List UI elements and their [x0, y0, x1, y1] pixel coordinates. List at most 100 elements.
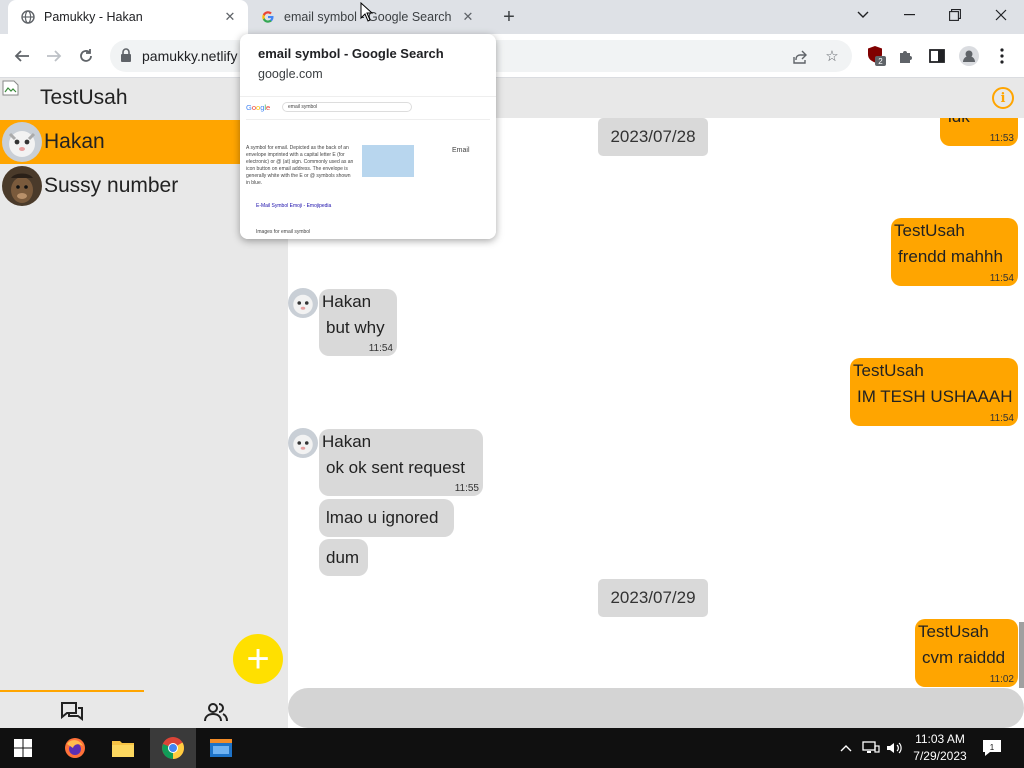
tab-pamukky[interactable]: Pamukky - Hakan ✕	[8, 0, 248, 34]
reload-button[interactable]	[73, 43, 99, 69]
message-time: 11:54	[989, 413, 1014, 424]
message-bubble-incoming: dum	[319, 539, 368, 576]
lock-icon[interactable]	[120, 48, 134, 64]
chrome-icon[interactable]	[150, 728, 196, 768]
message-text: lmao u ignored	[326, 508, 439, 527]
contacts-people-icon[interactable]	[202, 700, 230, 724]
message-input[interactable]	[288, 688, 1024, 728]
bookmark-star-icon[interactable]: ☆	[822, 46, 842, 66]
show-hidden-icons-chevron-icon[interactable]	[836, 738, 856, 758]
message-time: 11:02	[989, 674, 1014, 685]
file-explorer-icon[interactable]	[100, 728, 146, 768]
message-sender: Hakan	[322, 292, 372, 311]
google-logo-icon: Google	[246, 103, 270, 112]
date-separator: 2023/07/28	[598, 118, 708, 156]
message-bubble-outgoing: idk 11:53	[940, 118, 1018, 146]
message-bubble-outgoing: TestUsah frendd mahhh 11:54	[891, 218, 1018, 286]
preview-knowledge-title: Email	[452, 147, 470, 154]
message-time: 11:54	[368, 343, 393, 354]
message-text: cvm raiddd	[922, 648, 1006, 667]
forward-button[interactable]	[41, 43, 67, 69]
message-bubble-outgoing: TestUsah IM TESH USHAAAH 11:54	[850, 358, 1018, 426]
svg-text:Google: Google	[246, 103, 270, 112]
minimize-button[interactable]	[886, 0, 932, 30]
message-text: idk	[948, 118, 970, 127]
browser-toolbar: pamukky.netlify ☆ 2	[0, 34, 1024, 78]
back-button[interactable]	[9, 43, 35, 69]
volume-icon[interactable]	[885, 738, 905, 758]
tab-preview-thumbnail: Google email symbol A symbol for email. …	[240, 96, 496, 239]
message-bubble-incoming: Hakan ok ok sent request 11:55	[319, 429, 483, 496]
system-clock[interactable]: 11:03 AM 7/29/2023	[910, 731, 970, 765]
globe-icon	[20, 9, 36, 25]
active-tab-indicator	[0, 690, 144, 692]
google-g-icon	[260, 9, 276, 25]
taskbar: 11:03 AM 7/29/2023 1	[0, 728, 1024, 768]
avatar	[2, 166, 42, 206]
clock-date: 7/29/2023	[913, 749, 967, 763]
message-bubble-incoming: Hakan but why 11:54	[319, 289, 397, 356]
preview-search-box: email symbol	[288, 104, 318, 110]
preview-image-grid	[362, 145, 414, 177]
menu-kebab-icon[interactable]	[991, 45, 1013, 67]
preview-snippet-line: electronic) or @ (at) sign. Commonly use…	[246, 159, 354, 165]
message-time: 11:54	[989, 273, 1014, 284]
avatar	[288, 288, 318, 318]
avatar	[2, 122, 42, 162]
close-window-button[interactable]	[978, 0, 1024, 30]
info-icon[interactable]: i	[992, 87, 1014, 109]
hover-card-domain: google.com	[258, 67, 323, 81]
current-username: TestUsah	[40, 86, 128, 109]
message-bubble-incoming: lmao u ignored	[319, 499, 454, 537]
message-sender: TestUsah	[853, 361, 924, 380]
message-sender: TestUsah	[918, 622, 989, 641]
preview-snippet-line: icon button on email address. The envelo…	[246, 166, 348, 172]
avatar	[288, 428, 318, 458]
tab-title: Pamukky - Hakan	[44, 10, 143, 24]
preview-snippet-line: generally white with the E or @ symbols …	[246, 173, 351, 179]
svg-text:2: 2	[878, 57, 883, 66]
add-contact-button[interactable]: +	[233, 634, 283, 684]
contact-name: Sussy number	[44, 174, 179, 197]
notification-count: 1	[990, 743, 995, 752]
chats-icon[interactable]	[58, 700, 86, 724]
tab-search-chevron-icon[interactable]	[840, 0, 886, 30]
side-panel-icon[interactable]	[926, 45, 948, 67]
composer	[288, 688, 1024, 728]
message-sender: Hakan	[322, 432, 372, 451]
message-text: but why	[326, 318, 385, 337]
preview-snippet-line: in blue.	[246, 180, 263, 186]
restore-button[interactable]	[932, 0, 978, 30]
tab-hover-card: email symbol - Google Search google.com …	[240, 34, 496, 239]
firefox-icon[interactable]	[52, 728, 98, 768]
preview-snippet-line: envelope imprinted with a capital letter…	[246, 152, 345, 158]
date-separator: 2023/07/29	[598, 579, 708, 617]
preview-snippet-line: A symbol for email. Depicted as the back…	[246, 145, 349, 151]
close-icon[interactable]: ✕	[220, 7, 240, 27]
url-text: pamukky.netlify	[142, 48, 238, 64]
message-text: dum	[326, 548, 360, 567]
profile-icon[interactable]	[958, 45, 980, 67]
browser-tab-strip: Pamukky - Hakan ✕ email symbol - Google …	[0, 0, 1024, 34]
bottom-nav	[0, 688, 288, 728]
message-text: ok ok sent request	[326, 458, 465, 477]
extensions-puzzle-icon[interactable]	[895, 45, 917, 67]
message-sender: TestUsah	[894, 221, 965, 240]
new-tab-button[interactable]: +	[498, 6, 520, 28]
network-icon[interactable]	[861, 738, 881, 758]
broken-image-icon	[2, 80, 22, 96]
app-window-icon[interactable]	[198, 728, 244, 768]
close-icon[interactable]: ✕	[458, 7, 478, 27]
message-text: IM TESH USHAAAH	[857, 387, 1013, 406]
preview-footer: Images for email symbol	[256, 229, 311, 235]
hover-card-title: email symbol - Google Search	[258, 46, 444, 61]
message-text: frendd mahhh	[898, 247, 1003, 266]
share-icon[interactable]	[790, 46, 810, 66]
chat-scrollbar[interactable]	[1019, 622, 1024, 688]
windows-start-icon[interactable]	[0, 728, 46, 768]
message-bubble-outgoing: TestUsah cvm raiddd 11:02	[915, 619, 1018, 687]
message-time: 11:53	[989, 133, 1014, 144]
notifications-icon[interactable]: 1	[982, 738, 1002, 758]
clock-time: 11:03 AM	[915, 732, 965, 746]
ublock-extension-icon[interactable]: 2	[866, 45, 888, 67]
